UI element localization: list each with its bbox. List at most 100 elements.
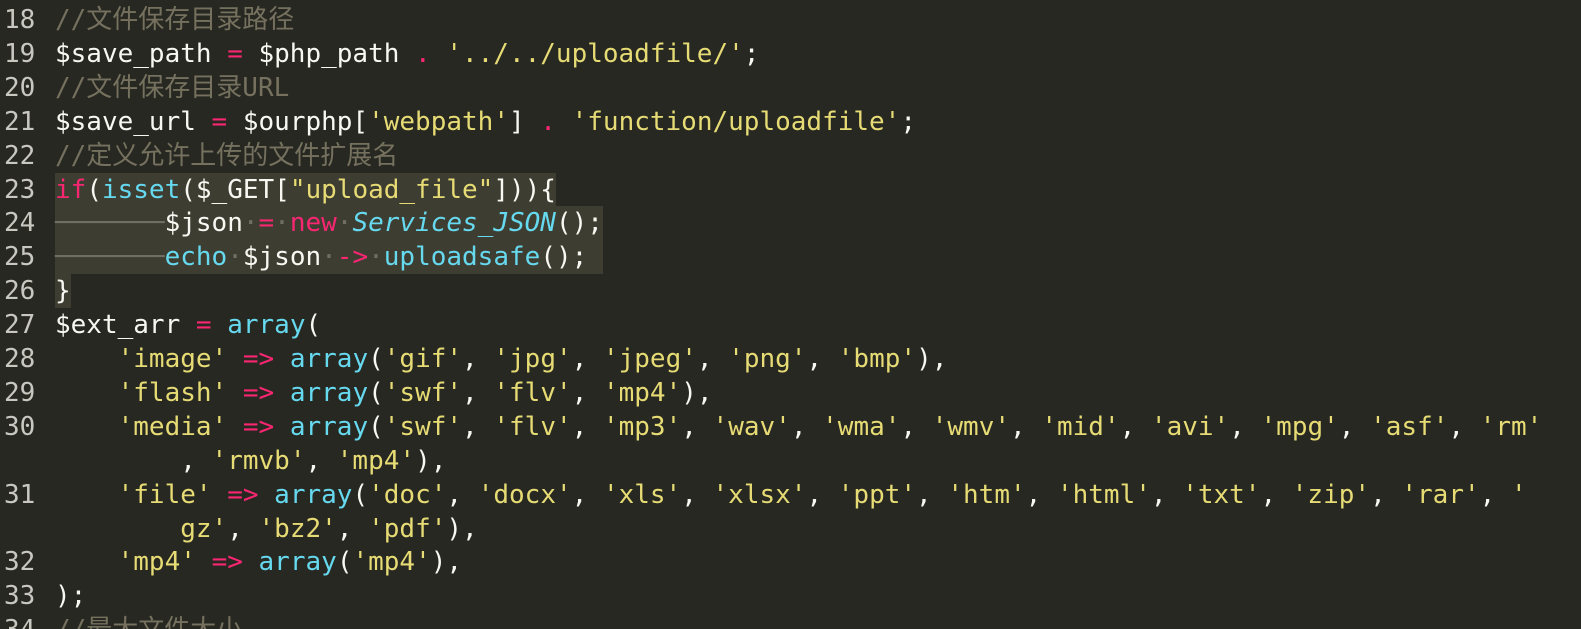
code-token: 'wma' (822, 411, 901, 442)
code-text: , 'rmvb', 'mp4'), (55, 444, 446, 478)
code-token: ] (508, 106, 541, 137)
code-token: , (806, 479, 838, 510)
code-token: , (1150, 479, 1183, 510)
line-number: 31 (4, 479, 36, 510)
code-token: -> (336, 242, 369, 273)
code-token: => (211, 547, 243, 578)
code-token: $json (242, 242, 322, 273)
code-token: 'png' (728, 344, 807, 374)
code-token: , (696, 344, 729, 374)
code-token: uploadsafe (383, 242, 541, 273)
code-token: 'mp4' (602, 377, 682, 408)
code-token: 'image' (117, 344, 228, 374)
code-token: 'asf' (1370, 411, 1449, 442)
line-number: 25 (4, 242, 36, 273)
code-token: 'bz2' (258, 513, 337, 544)
code-token: array (289, 411, 369, 442)
code-token: => (242, 411, 275, 442)
code-token: ( (305, 310, 322, 341)
code-text: 'file' => array('doc', 'docx', 'xls', 'x… (55, 478, 1527, 512)
code-token: 'rm' (1479, 411, 1543, 442)
code-token: , (1370, 479, 1402, 510)
code-text: 'flash' => array('swf', 'flv', 'mp4'), (55, 376, 713, 410)
code-token: 'pdf' (368, 513, 447, 544)
code-text: 'image' => array('gif', 'jpg', 'jpeg', '… (55, 342, 948, 376)
code-token: 'gif' (383, 344, 463, 374)
whitespace-marker: · (336, 208, 353, 239)
whitespace-marker (587, 242, 603, 272)
code-token: , (462, 344, 494, 374)
code-token: , (462, 411, 494, 442)
whitespace-marker: · (368, 242, 384, 273)
code-text: gz', 'bz2', 'pdf'), (55, 512, 477, 546)
code-token: , (1229, 411, 1261, 442)
code-token: 'swf' (383, 377, 463, 408)
whitespace-marker: · (274, 208, 290, 239)
code-token: , (1010, 411, 1042, 442)
code-token: , (227, 513, 259, 544)
code-token: 'jpg' (493, 344, 572, 374)
code-token: 'mp3' (602, 411, 682, 442)
code-token: 'flv' (493, 411, 572, 442)
line-number: 21 (4, 106, 36, 137)
code-token: 'bmp' (837, 344, 917, 374)
code-token: 'doc' (368, 479, 447, 510)
code-token: => (242, 377, 275, 408)
code-token: '../../uploadfile/' (446, 38, 744, 69)
code-token: . (415, 38, 431, 69)
code-token: array (289, 377, 369, 408)
code-token: ( (368, 411, 384, 442)
code-token: ), (430, 547, 463, 578)
code-token: ; (743, 38, 760, 69)
code-text: $ext_arr = array( (55, 308, 321, 342)
code-token: => (242, 344, 275, 374)
code-token: array (289, 344, 369, 374)
code-token: 'jpeg' (602, 344, 697, 374)
code-token: 'mid' (1041, 411, 1120, 442)
code-token: ( (368, 377, 384, 408)
code-token: , (305, 445, 337, 476)
code-token: = (258, 208, 275, 239)
code-token: 'html' (1056, 479, 1151, 510)
code-token: ' (1510, 479, 1527, 510)
code-token: ($_GET[ (180, 174, 290, 205)
code-token: $save_path (55, 38, 228, 69)
code-token: gz' (180, 513, 228, 544)
code-token: , (1260, 479, 1292, 510)
code-token: 'mpg' (1260, 411, 1339, 442)
code-token: $ext_arr (55, 310, 196, 341)
code-editor[interactable]: 18 //文件保存目录路径 19 $save_path = $php_path . '… (0, 0, 1581, 629)
code-token: $save_url (55, 106, 212, 137)
code-token: echo (164, 242, 228, 273)
whitespace-marker: · (321, 242, 337, 273)
code-token: array (274, 479, 353, 510)
code-token: 'wav' (712, 411, 791, 442)
whitespace-marker: · (227, 242, 243, 273)
code-token: //定义允许上传的文件扩展名 (55, 140, 399, 171)
selected-code-text: ───────echo·$json·->·uploadsafe(); (55, 240, 603, 275)
code-token: (); (555, 208, 603, 239)
code-token: new (289, 208, 337, 239)
line-number: 34 (0, 613, 54, 629)
code-token: 'txt' (1182, 479, 1261, 510)
code-token: ])){ (493, 174, 556, 205)
whitespace-marker: · (242, 208, 259, 239)
code-token: array (227, 310, 306, 341)
line-number: 32 (4, 547, 36, 578)
code-token: $php_path (242, 38, 416, 69)
code-token: 'file' (117, 479, 212, 510)
code-token: ), (415, 445, 447, 476)
code-text: //文件保存目录URL (55, 71, 289, 105)
